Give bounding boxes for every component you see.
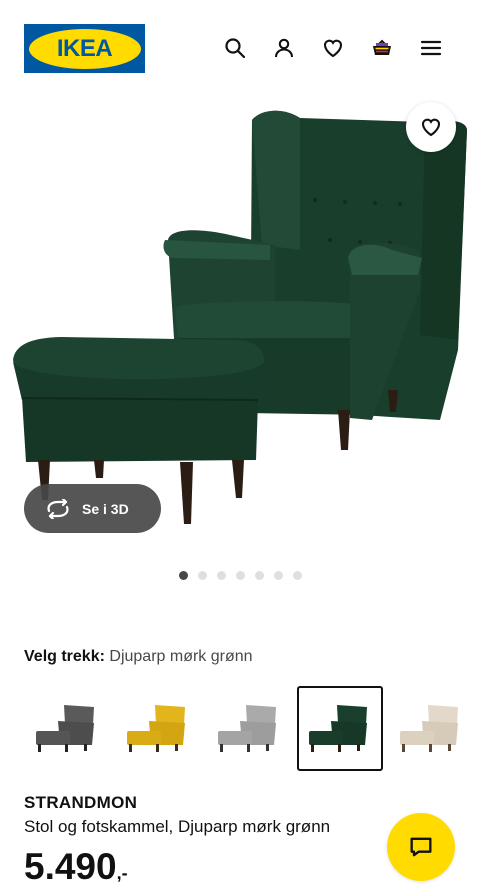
swatch-light-grey[interactable]	[206, 686, 292, 771]
armchair-thumbnail-yellow	[127, 704, 185, 752]
armchair-thumbnail-light-grey	[218, 704, 276, 752]
swatch-dark-green[interactable]	[297, 686, 383, 771]
swatch-grey[interactable]	[24, 686, 110, 771]
pagination-dot-4[interactable]	[236, 571, 245, 580]
view-in-3d-button[interactable]: Se i 3D	[24, 484, 161, 533]
swatch-yellow[interactable]	[115, 686, 201, 771]
heart-icon	[421, 118, 441, 137]
heart-icon[interactable]	[319, 34, 347, 62]
view-in-3d-label: Se i 3D	[82, 500, 129, 517]
fabric-swatches	[24, 686, 480, 771]
pagination-dot-6[interactable]	[274, 571, 283, 580]
product-description: Stol og fotskammel, Djuparp mørk grønn	[24, 817, 331, 836]
pagination-dot-5[interactable]	[255, 571, 264, 580]
logo-text: IKEA	[56, 34, 113, 62]
image-pagination	[0, 571, 480, 580]
swatch-beige[interactable]	[388, 686, 474, 771]
pagination-dot-1[interactable]	[179, 571, 188, 580]
chat-button[interactable]	[387, 813, 455, 881]
rotate-3d-icon	[47, 498, 69, 519]
product-price: 5.490,-	[24, 846, 128, 888]
pagination-dot-3[interactable]	[217, 571, 226, 580]
armchair-thumbnail-beige	[400, 704, 458, 752]
armchair-thumbnail-dark-green	[309, 704, 367, 752]
pagination-dot-7[interactable]	[293, 571, 302, 580]
user-icon[interactable]	[270, 34, 298, 62]
logo-oval: IKEA	[28, 28, 141, 69]
price-main: 5.490	[24, 846, 117, 887]
menu-icon[interactable]	[417, 34, 445, 62]
fabric-label: Velg trekk:	[24, 648, 105, 665]
header: IKEA	[0, 0, 480, 100]
ikea-logo[interactable]: IKEA	[24, 24, 145, 73]
search-icon[interactable]	[221, 34, 249, 62]
fabric-selector-label: Velg trekk: Djuparp mørk grønn	[24, 648, 253, 666]
pagination-dot-2[interactable]	[198, 571, 207, 580]
price-suffix: ,-	[116, 863, 128, 883]
basket-icon[interactable]	[368, 34, 396, 62]
add-to-favorites-button[interactable]	[406, 102, 456, 152]
product-name: STRANDMON	[24, 793, 138, 812]
armchair-thumbnail-grey	[36, 704, 94, 752]
chat-icon	[410, 837, 432, 857]
fabric-value: Djuparp mørk grønn	[109, 648, 253, 665]
